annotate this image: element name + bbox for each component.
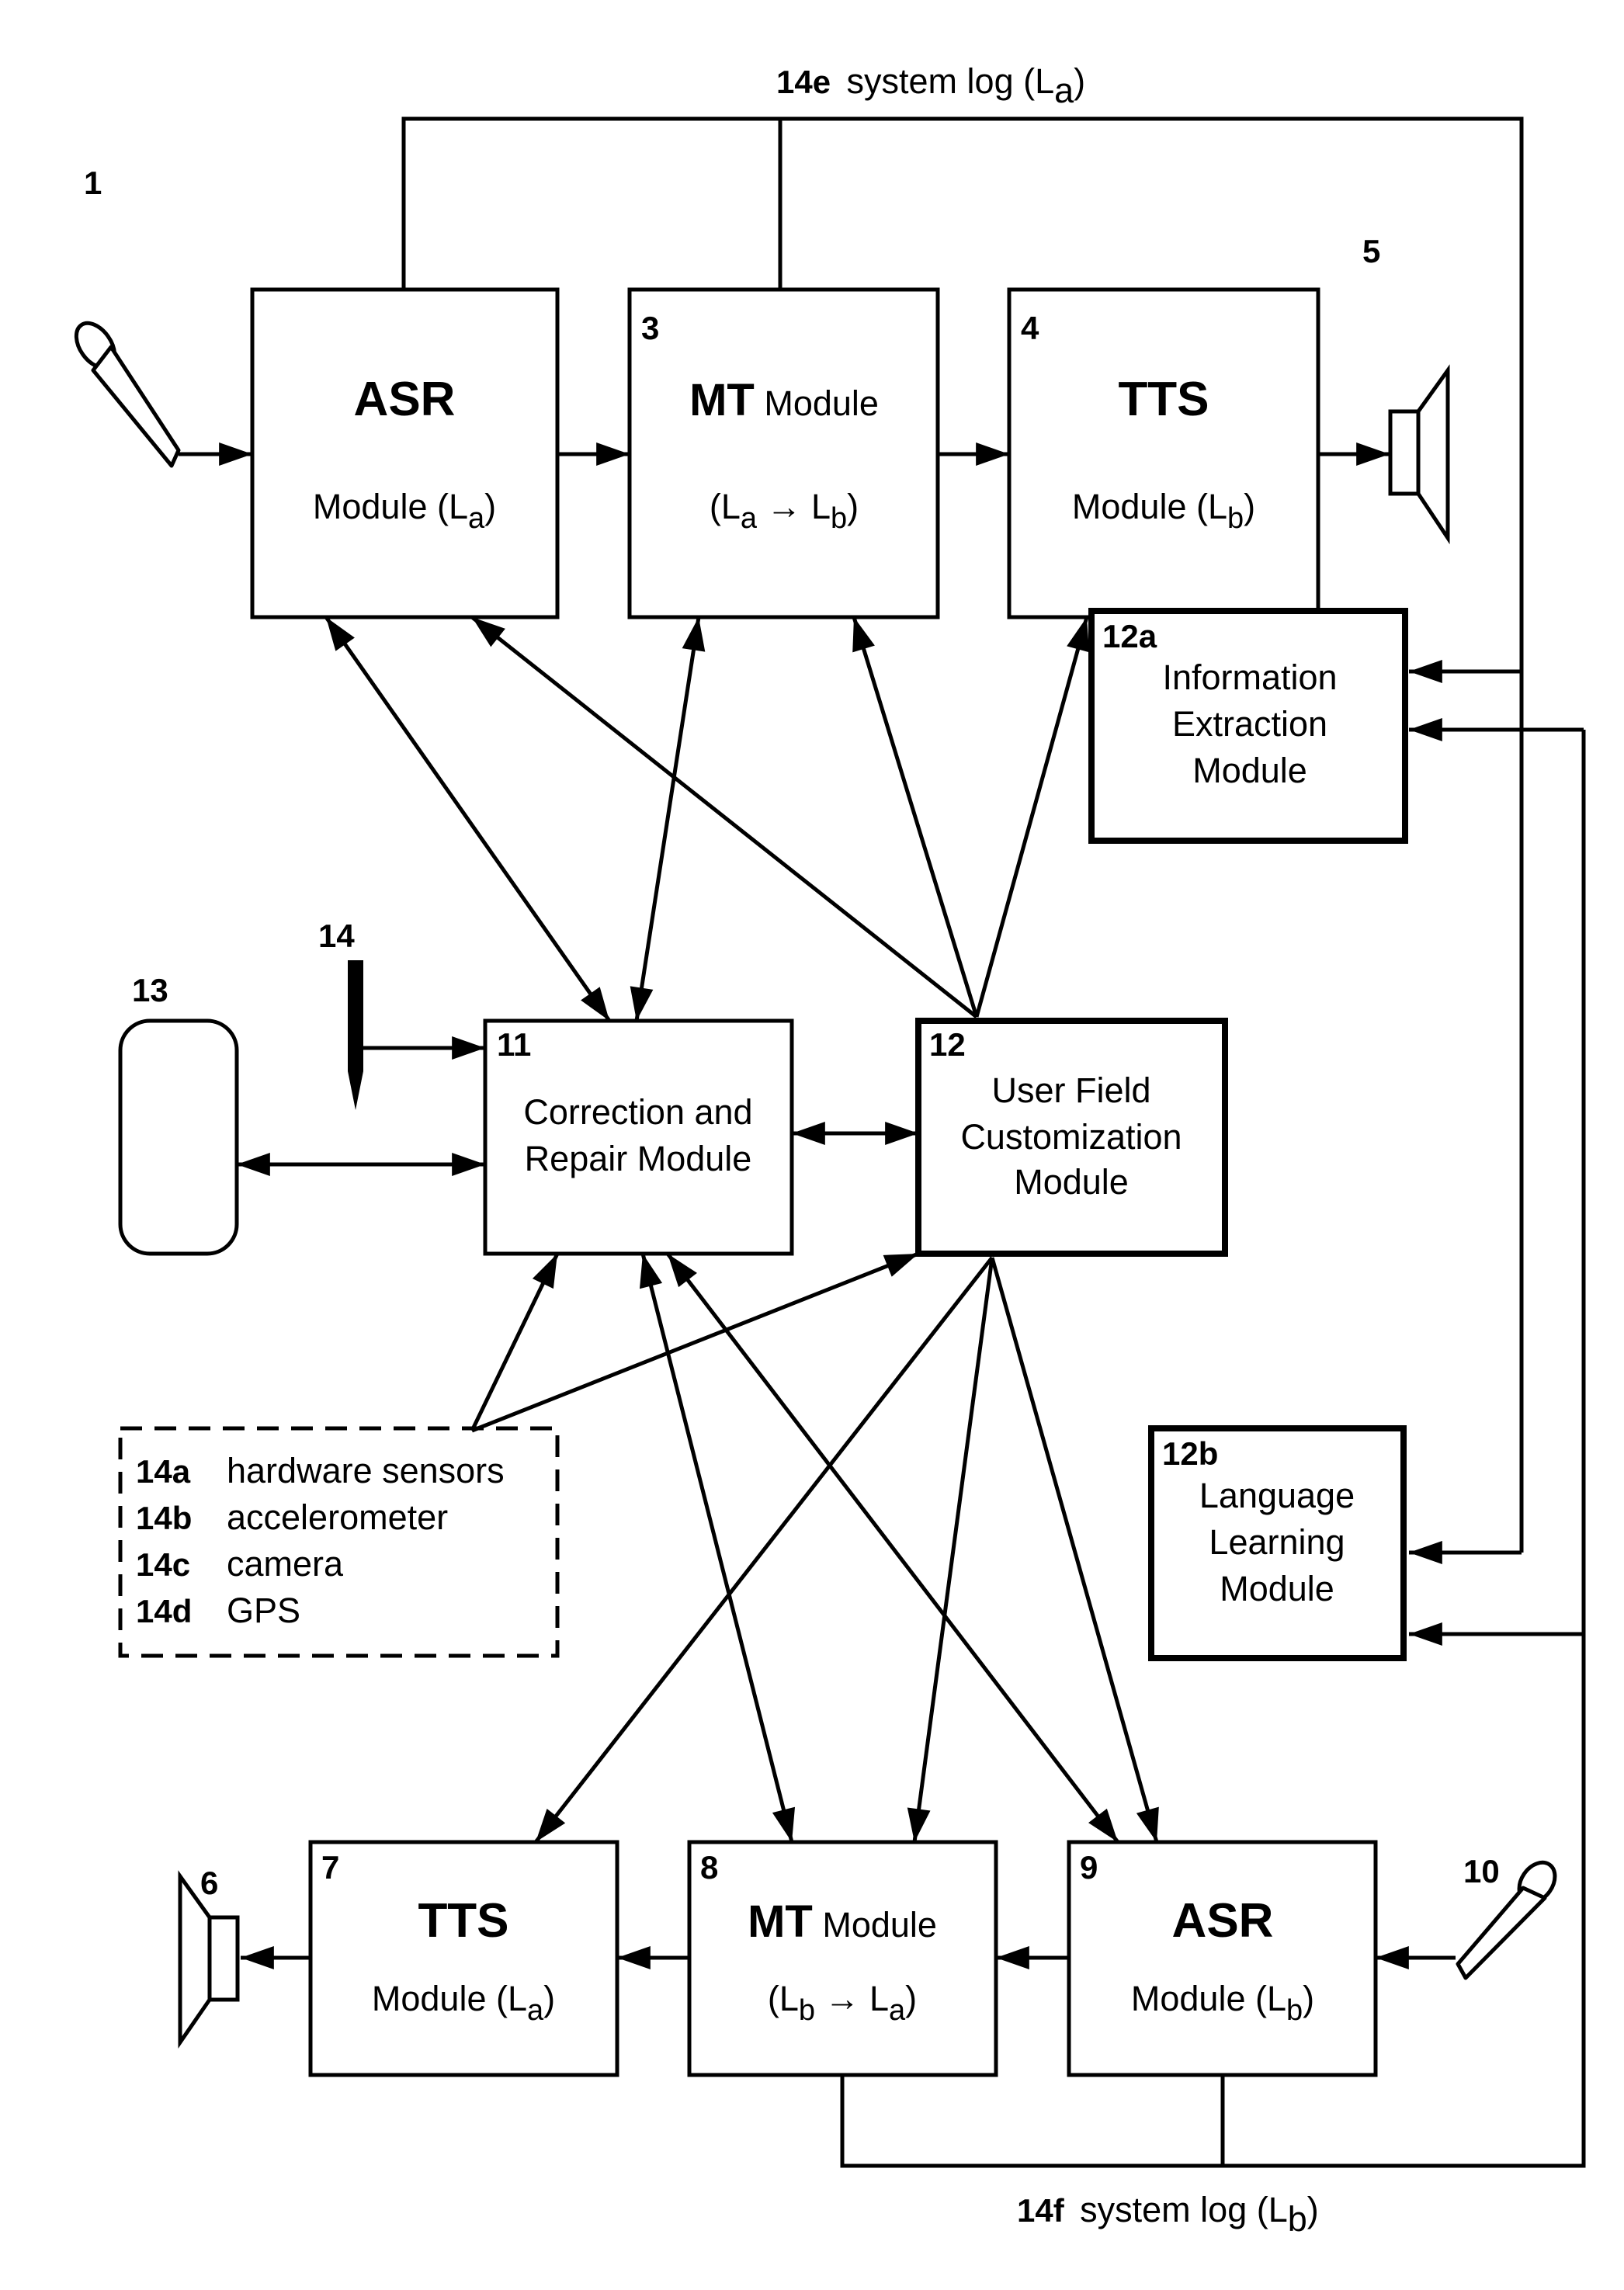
user-field-customization-module: 12 User Field Customization Module (915, 1018, 1228, 1257)
mt-module-lb-la-box (687, 1840, 998, 2077)
tts-module-lb-title: TTS (1118, 373, 1209, 426)
sensor-item: 14b accelerometer (136, 1497, 448, 1537)
asr-module-lb-ref: 9 (1080, 1849, 1098, 1886)
user-field-customization-line2: Customization (960, 1117, 1182, 1157)
stylus-pen-ref: 14 (318, 918, 355, 954)
information-extraction-ref: 12a (1102, 618, 1157, 654)
tts-module-lb: 4 TTS Module (Lb) (1007, 287, 1320, 619)
information-extraction-module: 12a Information Extraction Module (1088, 608, 1408, 844)
mt-module-la-lb: 3 MT Module (La → Lb) (627, 287, 940, 619)
information-extraction-line1: Information (1162, 658, 1337, 697)
tts-module-lb-ref: 4 (1021, 310, 1039, 346)
language-learning-line3: Module (1220, 1569, 1334, 1608)
system-log-top-label: 14e system log (La) (776, 61, 1085, 110)
speaker-top: 5 (1362, 233, 1450, 545)
user-field-customization-line3: Module (1014, 1162, 1129, 1202)
language-learning-line1: Language (1199, 1476, 1355, 1515)
microphone-bottom-ref: 10 (1463, 1853, 1500, 1889)
sensors-group: 14a hardware sensors 14b accelerometer 14c… (118, 1426, 560, 1658)
diagram-canvas: 14e system log (La) 14f system log (Lb) … (74, 61, 1586, 2239)
mt-module-lb-la: 8 MT Module (Lb → La) (687, 1840, 998, 2077)
asr-module-lb-title: ASR (1172, 1894, 1274, 1948)
mt-module-la-lb-ref: 3 (641, 310, 659, 346)
display-device-ref: 13 (132, 972, 168, 1008)
tts-module-la-box (308, 1840, 619, 2077)
correction-mt-b-arrow (639, 1253, 796, 1843)
display-device: 13 (118, 972, 239, 1256)
asr-module-la: ASR Module (La) (250, 287, 560, 619)
microphone-bottom: 10 (1456, 1853, 1557, 1980)
information-extraction-line3: Module (1192, 751, 1307, 790)
correction-repair-module: 11 Correction and Repair Module (483, 1018, 794, 1256)
userfield-to-asr-arrow (470, 616, 978, 1018)
speaker-bottom: 6 (178, 1865, 240, 2049)
mt-module-la-lb-box (627, 287, 940, 619)
userfield-to-mt-arrow (852, 616, 979, 1018)
correction-repair-ref: 11 (497, 1026, 531, 1063)
sensor-item: 14c camera (136, 1544, 344, 1584)
information-extraction-line2: Extraction (1172, 704, 1327, 744)
mt-module-lb-la-ref: 8 (700, 1849, 718, 1886)
asr-module-lb-box (1067, 1840, 1378, 2077)
tts-module-la-title: TTS (418, 1894, 508, 1948)
sensors-to-userfield-arrow (471, 1251, 919, 1433)
tts-module-la: 7 TTS Module (La) (308, 1840, 619, 2077)
userfield-to-tts-a-arrow (534, 1256, 994, 1844)
correction-repair-line1: Correction and (523, 1092, 752, 1132)
microphone-top-ref: 1 (84, 165, 102, 201)
correction-asr-b-arrow (666, 1252, 1119, 1844)
tts-module-la-ref: 7 (321, 1849, 339, 1886)
asr-correction-arrow (324, 616, 612, 1022)
tts-module-lb-box (1007, 287, 1320, 619)
userfield-to-mt-b-arrow (907, 1257, 994, 1843)
asr-module-la-box (250, 287, 560, 619)
language-learning-module: 12b Language Learning Module (1148, 1425, 1407, 1661)
speaker-bottom-ref: 6 (200, 1865, 218, 1901)
language-learning-line2: Learning (1209, 1522, 1345, 1562)
sensor-item: 14d GPS (136, 1591, 300, 1630)
language-learning-ref: 12b (1162, 1435, 1218, 1472)
speaker-icon (178, 1870, 240, 2049)
microphone-icon (74, 321, 181, 468)
mt-correction-arrow (630, 616, 706, 1022)
userfield-to-tts-arrow (974, 616, 1090, 1018)
stylus-pen: 14 (318, 918, 363, 1110)
speaker-icon (1388, 364, 1450, 545)
sensors-to-correction-arrow (470, 1252, 560, 1432)
user-field-customization-line1: User Field (991, 1070, 1150, 1110)
speaker-top-ref: 5 (1362, 233, 1380, 269)
asr-module-lb: 9 ASR Module (Lb) (1067, 1840, 1378, 2077)
user-field-customization-ref: 12 (929, 1026, 966, 1063)
stylus-pen-icon (348, 960, 363, 1110)
sensor-item: 14a hardware sensors (136, 1451, 505, 1490)
display-device-icon (118, 1018, 239, 1256)
microphone-top: 1 (74, 165, 181, 468)
userfield-to-asr-b-arrow (990, 1257, 1159, 1843)
system-log-bottom-label: 14f system log (Lb) (1017, 2190, 1319, 2239)
asr-module-la-title: ASR (354, 373, 456, 426)
correction-repair-line2: Repair Module (525, 1139, 752, 1178)
